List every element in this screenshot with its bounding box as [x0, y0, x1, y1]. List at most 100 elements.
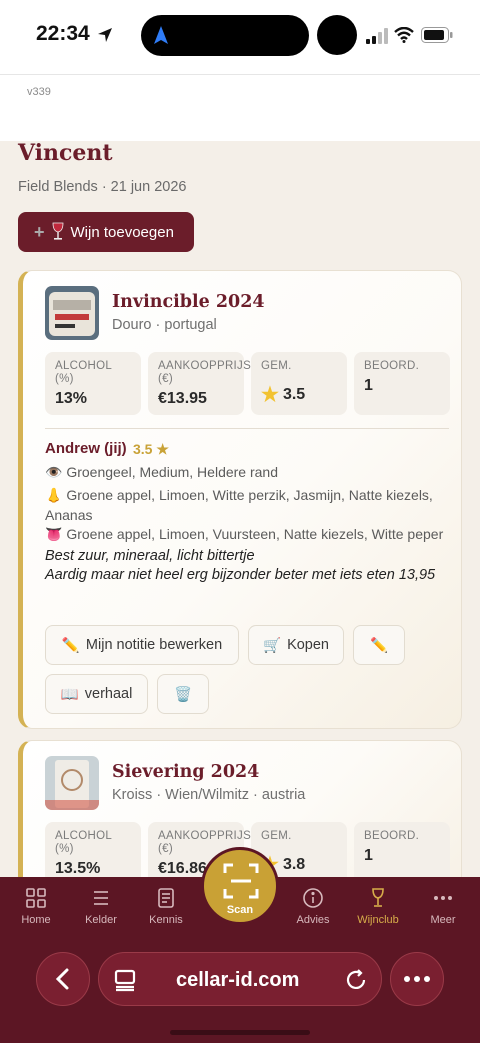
scan-label: Scan — [226, 904, 254, 916]
status-bar: 22:34 — [0, 0, 480, 74]
chevron-left-icon — [55, 968, 69, 990]
camera-dot — [317, 15, 357, 55]
tasting-note-1: Best zuur, mineraal, licht bittertje — [45, 548, 255, 564]
scan-icon — [223, 863, 259, 899]
wine-glass-icon — [372, 888, 384, 907]
tab-wijnclub[interactable]: Wijnclub — [346, 887, 410, 926]
reviewer-score: 3.5 ★ — [133, 441, 169, 457]
stat-ratings-count: BEOORD. 1 — [354, 822, 450, 885]
list-icon — [94, 891, 108, 905]
palate-text: Groene appel, Limoen, Vuursteen, Natte k… — [66, 526, 444, 542]
stat-value: 3.8 — [282, 855, 306, 873]
url-bar[interactable]: cellar-id.com — [98, 952, 382, 1006]
stat-purchase-price: AANKOOPPRIJS (€) €13.95 — [148, 352, 252, 415]
add-wine-label: Wijn toevoegen — [70, 223, 174, 241]
appearance-note: 👁️ Groengeel, Medium, Heldere rand — [45, 462, 445, 482]
location-arrow-icon — [98, 28, 112, 42]
stat-value: 3.5 — [282, 385, 306, 403]
tab-label: Meer — [430, 914, 456, 926]
edit-note-button[interactable]: ✏️ Mijn notitie bewerken — [45, 625, 239, 665]
wine-name: Invincible 2024 — [112, 292, 265, 312]
plus-icon: + — [34, 221, 45, 242]
tasting-note-2: Aardig maar niet heel erg bijzonder bete… — [45, 567, 436, 583]
stat-label: ALCOHOL (%) — [55, 830, 112, 855]
star-icon: ★ — [261, 384, 279, 406]
version-band: v339 — [0, 75, 480, 141]
wine-name: Sievering 2024 — [112, 762, 260, 782]
dynamic-island — [141, 15, 309, 56]
tab-label: Home — [21, 914, 51, 926]
more-options-button[interactable] — [390, 952, 444, 1006]
edit-button[interactable]: ✏️ — [353, 625, 405, 665]
scan-button[interactable]: Scan — [201, 847, 279, 925]
appearance-text: Groengeel, Medium, Heldere rand — [66, 464, 278, 480]
buy-label: Kopen — [287, 637, 329, 653]
book-icon — [158, 888, 174, 908]
tab-label: Advies — [296, 914, 330, 926]
browser-toolbar: cellar-id.com — [0, 950, 480, 1010]
pencil-icon: ✏️ — [61, 637, 80, 654]
tab-meer[interactable]: Meer — [411, 887, 475, 926]
tab-label: Kennis — [149, 914, 183, 926]
trash-icon: 🗑️ — [173, 686, 193, 703]
stat-label: ALCOHOL (%) — [55, 360, 112, 385]
stat-average: GEM. ★ 3.5 — [251, 352, 347, 415]
more-icon — [404, 976, 430, 982]
wine-thumbnail[interactable] — [45, 286, 99, 340]
nose-icon: 👃 — [45, 487, 63, 503]
home-indicator — [170, 1030, 310, 1035]
more-icon — [434, 896, 452, 900]
url-text: cellar-id.com — [176, 969, 300, 991]
story-button[interactable]: 📖 verhaal — [45, 674, 148, 714]
stat-value: 1 — [364, 847, 373, 864]
wine-origin: Douro · portugal — [112, 317, 217, 333]
navigation-icon — [154, 26, 168, 44]
info-icon — [303, 888, 323, 908]
wine-card[interactable]: Invincible 2024 Douro · portugal ALCOHOL… — [18, 270, 462, 729]
book-icon: 📖 — [60, 686, 79, 703]
eye-icon: 👁️ — [45, 464, 63, 480]
wine-glass-icon — [52, 222, 63, 240]
card-divider — [45, 428, 449, 429]
tab-kelder[interactable]: Kelder — [69, 887, 133, 926]
reload-icon — [346, 969, 366, 989]
stat-value: 13.5% — [55, 860, 101, 877]
pencil-icon: ✏️ — [369, 637, 389, 654]
stat-ratings-count: BEOORD. 1 — [354, 352, 450, 415]
edit-note-label: Mijn notitie bewerken — [85, 637, 223, 653]
tab-kennis[interactable]: Kennis — [134, 887, 198, 926]
tab-advies[interactable]: Advies — [281, 887, 345, 926]
palate-note: 👅 Groene appel, Limoen, Vuursteen, Natte… — [45, 524, 445, 544]
tab-label: Kelder — [85, 914, 117, 926]
tab-label: Wijnclub — [357, 914, 399, 926]
nose-note: 👃 Groene appel, Limoen, Witte perzik, Ja… — [45, 485, 445, 525]
status-time: 22:34 — [36, 22, 90, 45]
page-title: Vincent — [18, 140, 113, 166]
stat-label: GEM. — [261, 360, 292, 372]
story-label: verhaal — [84, 686, 133, 702]
stat-alcohol: ALCOHOL (%) 13% — [45, 352, 141, 415]
grid-icon — [26, 888, 46, 908]
delete-button[interactable]: 🗑️ — [157, 674, 209, 714]
wine-thumbnail[interactable] — [45, 756, 99, 810]
wifi-icon — [394, 27, 414, 43]
buy-button[interactable]: 🛒 Kopen — [248, 625, 344, 665]
battery-icon — [421, 27, 453, 43]
tab-home[interactable]: Home — [4, 887, 68, 926]
stat-label: GEM. — [261, 830, 292, 842]
page-subtitle: Field Blends · 21 jun 2026 — [18, 179, 187, 195]
back-button[interactable] — [36, 952, 90, 1006]
stat-value: 1 — [364, 377, 373, 394]
nose-text: Groene appel, Limoen, Witte perzik, Jasm… — [45, 487, 433, 523]
stat-label: AANKOOPPRIJS (€) — [158, 360, 252, 385]
tongue-icon: 👅 — [45, 526, 63, 542]
wine-origin: Kroiss · Wien/Wilmitz · austria — [112, 787, 306, 803]
cart-icon: 🛒 — [263, 637, 282, 654]
signal-icon — [366, 28, 388, 44]
app-version: v339 — [27, 86, 51, 98]
tab-overview-icon — [114, 969, 136, 992]
stat-alcohol: ALCOHOL (%) 13.5% — [45, 822, 141, 885]
add-wine-button[interactable]: + Wijn toevoegen — [18, 212, 194, 252]
stat-label: BEOORD. — [364, 360, 420, 372]
reviewer-name: Andrew (jij) — [45, 440, 127, 457]
